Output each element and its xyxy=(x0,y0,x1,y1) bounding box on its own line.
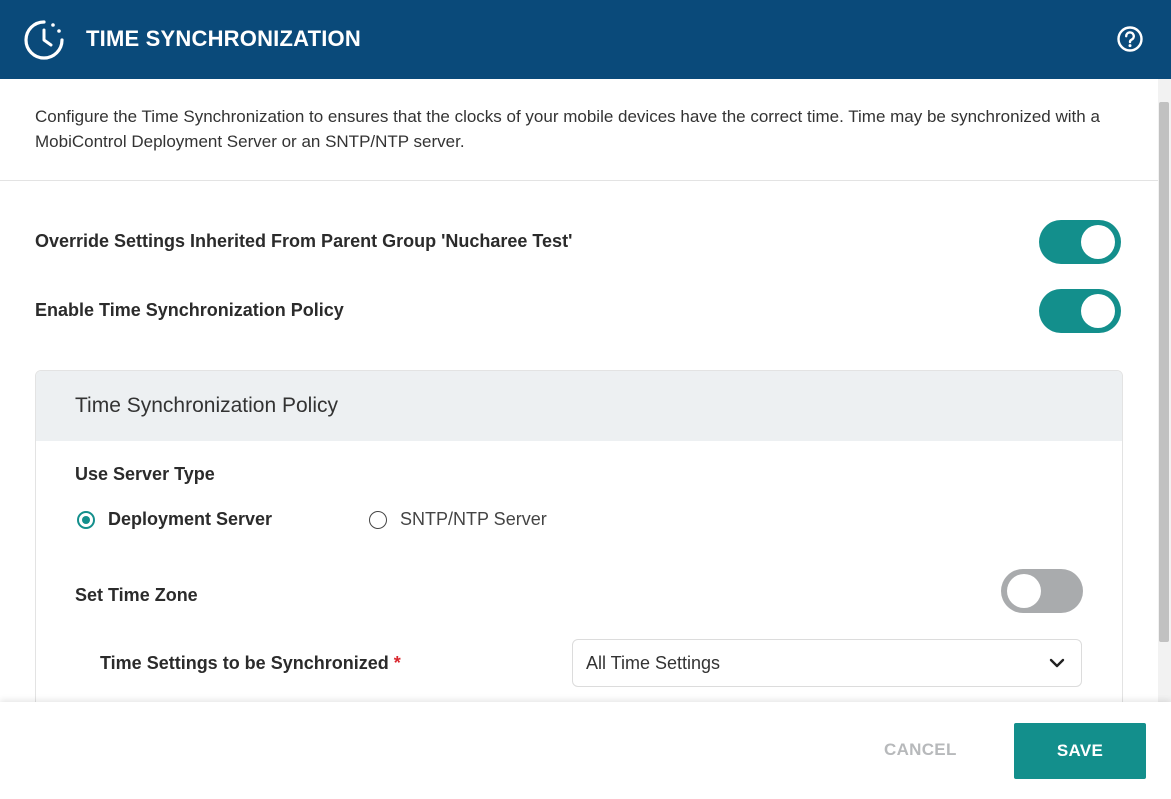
override-settings-label: Override Settings Inherited From Parent … xyxy=(35,231,573,251)
radio-label-deployment-server[interactable]: Deployment Server xyxy=(108,509,272,530)
server-type-label: Use Server Type xyxy=(75,464,215,484)
chevron-down-icon xyxy=(1049,658,1065,668)
help-circle-icon[interactable] xyxy=(1116,25,1144,53)
save-button[interactable]: SAVE xyxy=(1014,723,1146,779)
time-zone-toggle[interactable] xyxy=(1001,569,1083,613)
required-marker: * xyxy=(393,653,401,673)
time-zone-label: Set Time Zone xyxy=(75,585,198,605)
description-text: Configure the Time Synchronization to en… xyxy=(35,107,1100,151)
clock-sync-icon xyxy=(24,20,64,60)
time-settings-label: Time Settings to be Synchronized * xyxy=(100,653,401,674)
override-settings-toggle[interactable] xyxy=(1039,220,1121,264)
panel-header: Time Synchronization Policy xyxy=(36,371,1122,441)
toggle-knob xyxy=(1007,574,1041,608)
dialog-header: TIME SYNCHRONIZATION xyxy=(0,0,1171,79)
divider xyxy=(0,180,1158,181)
radio-deployment-server[interactable] xyxy=(77,511,95,529)
scrollbar-thumb[interactable] xyxy=(1159,102,1169,642)
radio-sntp-server[interactable] xyxy=(369,511,387,529)
toggle-knob xyxy=(1081,225,1115,259)
panel-title: Time Synchronization Policy xyxy=(75,394,338,417)
enable-policy-label: Enable Time Synchronization Policy xyxy=(35,300,344,320)
time-settings-value: All Time Settings xyxy=(586,653,721,673)
enable-policy-toggle[interactable] xyxy=(1039,289,1121,333)
time-settings-select[interactable]: All Time Settings xyxy=(572,639,1082,687)
dialog-title: TIME SYNCHRONIZATION xyxy=(86,26,361,51)
policy-panel: Time Synchronization Policy Use Server T… xyxy=(35,370,1123,712)
dialog-footer: CANCEL SAVE xyxy=(0,702,1171,799)
radio-label-sntp-server[interactable]: SNTP/NTP Server xyxy=(400,509,547,530)
cancel-button[interactable]: CANCEL xyxy=(884,740,957,760)
toggle-knob xyxy=(1081,294,1115,328)
time-settings-label-text: Time Settings to be Synchronized xyxy=(100,653,389,673)
